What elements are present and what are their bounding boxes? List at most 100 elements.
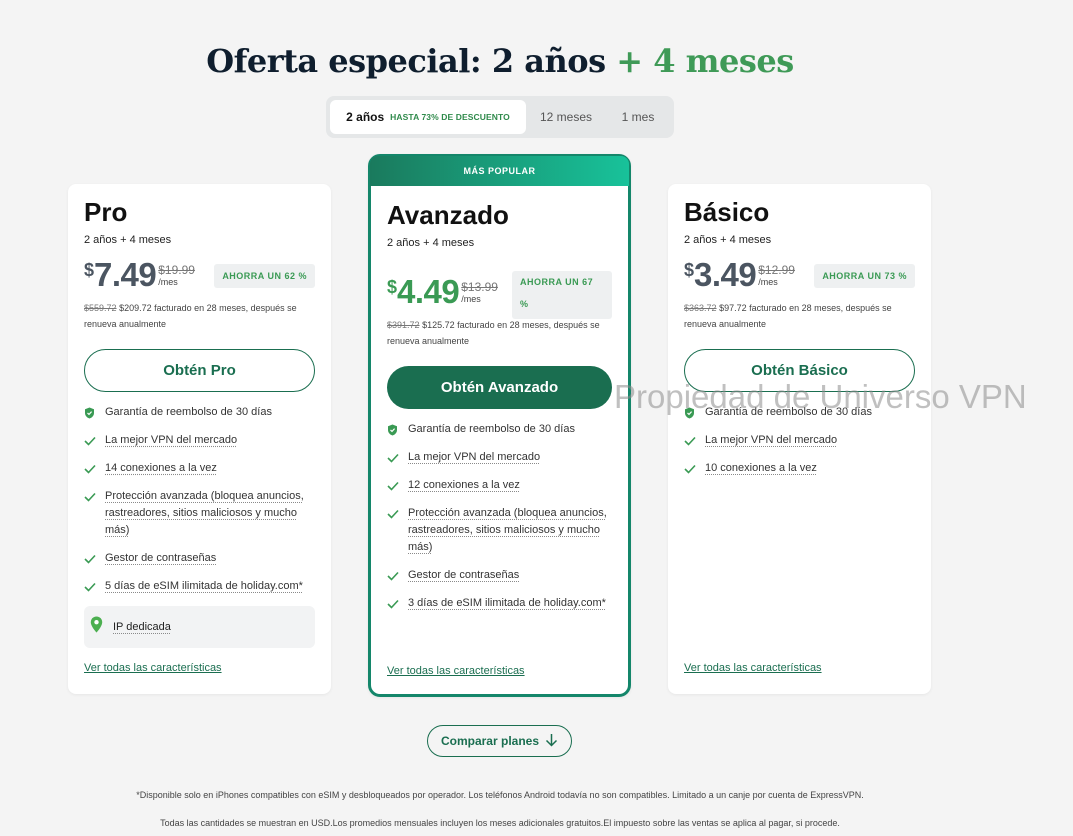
shield-icon (387, 421, 399, 438)
per-month: /mes (461, 294, 481, 304)
get-advanced-button[interactable]: Obtén Avanzado (387, 366, 612, 409)
see-all-features-link[interactable]: Ver todas las características (684, 662, 822, 674)
check-icon (387, 595, 399, 612)
feature-item: 10 conexiones a la vez (684, 460, 915, 477)
dedicated-ip-box: IP dedicada (84, 606, 315, 648)
price-row: $ 4.49 $13.99 /mes AHORRA UN 67 % (387, 271, 612, 319)
get-basic-button[interactable]: Obtén Básico (684, 349, 915, 392)
feature-label[interactable]: 12 conexiones a la vez (408, 477, 520, 494)
feature-item: Garantía de reembolso de 30 días (84, 404, 315, 421)
arrow-down-icon (539, 733, 558, 750)
feature-label[interactable]: 3 días de eSIM ilimitada de holiday.com* (408, 595, 606, 612)
check-icon (84, 550, 96, 567)
billing-info: $559.72 $209.72 facturado en 28 meses, d… (84, 300, 315, 332)
old-price: $19.99 (158, 263, 195, 277)
see-all-features-link[interactable]: Ver todas las características (84, 662, 222, 674)
feature-item: Garantía de reembolso de 30 días (387, 421, 612, 438)
old-price-group: $19.99 /mes (158, 258, 195, 287)
feature-label[interactable]: La mejor VPN del mercado (408, 449, 540, 466)
price-amount: 3.49 (694, 256, 757, 293)
check-icon (684, 460, 696, 477)
compare-plans-label: Comparar planes (440, 734, 540, 748)
see-all-features-link[interactable]: Ver todas las características (387, 665, 525, 677)
most-popular-banner: MÁS POPULAR (370, 156, 629, 186)
price-row: $ 7.49 $19.99 /mes AHORRA UN 62 % (84, 258, 315, 298)
feature-label[interactable]: La mejor VPN del mercado (105, 432, 237, 449)
plan-name: Básico (684, 197, 770, 227)
tab-12-months[interactable]: 12 meses (526, 100, 606, 134)
feature-label[interactable]: Protección avanzada (bloquea anuncios, r… (408, 505, 612, 556)
feature-label[interactable]: 10 conexiones a la vez (705, 460, 817, 477)
footnote-esim: *Disponible solo en iPhones compatibles … (136, 790, 864, 800)
savings-badge: AHORRA UN 62 % (214, 264, 315, 288)
feature-label[interactable]: Gestor de contraseñas (105, 550, 216, 567)
plan-term: 2 años + 4 meses (684, 234, 772, 246)
plan-name: Avanzado (387, 200, 509, 230)
plan-card-pro: Pro 2 años + 4 meses $ 7.49 $19.99 /mes … (68, 184, 331, 694)
feature-label: Garantía de reembolso de 30 días (705, 406, 872, 418)
feature-item: La mejor VPN del mercado (684, 432, 915, 449)
feature-label[interactable]: Gestor de contraseñas (408, 567, 519, 584)
currency-symbol: $ (684, 260, 695, 280)
page-title: Oferta especial: 2 años + 4 meses (0, 42, 1000, 80)
feature-item: Protección avanzada (bloquea anuncios, r… (387, 505, 612, 556)
feature-item: Gestor de contraseñas (387, 567, 612, 584)
per-month: /mes (758, 277, 778, 287)
old-price-group: $12.99 /mes (758, 258, 795, 287)
check-icon (84, 578, 96, 595)
billing-old-total: $559.72 (84, 303, 117, 313)
currency-symbol: $ (84, 260, 95, 280)
billing-info: $391.72 $125.72 facturado en 28 meses, d… (387, 317, 612, 349)
feature-item: Gestor de contraseñas (84, 550, 315, 567)
feature-item: 3 días de eSIM ilimitada de holiday.com* (387, 595, 612, 612)
feature-item: 14 conexiones a la vez (84, 460, 315, 477)
get-pro-button[interactable]: Obtén Pro (84, 349, 315, 392)
feature-label[interactable]: Protección avanzada (bloquea anuncios, r… (105, 488, 315, 539)
check-icon (84, 432, 96, 449)
check-icon (84, 460, 96, 477)
feature-label[interactable]: 14 conexiones a la vez (105, 460, 217, 477)
tab-1-month[interactable]: 1 mes (606, 100, 670, 134)
feature-item: La mejor VPN del mercado (84, 432, 315, 449)
feature-item: 5 días de eSIM ilimitada de holiday.com* (84, 578, 315, 595)
feature-list: Garantía de reembolso de 30 días La mejo… (684, 404, 915, 477)
check-icon (387, 477, 399, 494)
compare-plans-button[interactable]: Comparar planes (427, 725, 572, 757)
feature-item: Garantía de reembolso de 30 días (684, 404, 915, 421)
currency-symbol: $ (387, 277, 398, 297)
footnote-currency: Todas las cantidades se muestran en USD.… (160, 818, 840, 828)
price-amount: 7.49 (94, 256, 157, 293)
check-icon (387, 567, 399, 584)
plan-term: 2 años + 4 meses (387, 237, 475, 249)
check-icon (684, 432, 696, 449)
feature-label: Garantía de reembolso de 30 días (408, 423, 575, 435)
location-pin-icon (90, 616, 103, 638)
check-icon (387, 449, 399, 466)
savings-badge: AHORRA UN 67 % (512, 271, 612, 319)
old-price-group: $13.99 /mes (461, 275, 498, 304)
feature-label: Garantía de reembolso de 30 días (105, 406, 272, 418)
per-month: /mes (158, 277, 178, 287)
price-row: $ 3.49 $12.99 /mes AHORRA UN 73 % (684, 258, 915, 298)
billing-old-total: $391.72 (387, 320, 420, 330)
old-price: $12.99 (758, 263, 795, 277)
discount-badge: HASTA 73% DE DESCUENTO (390, 112, 510, 122)
billing-old-total: $363.72 (684, 303, 717, 313)
feature-list: Garantía de reembolso de 30 días La mejo… (387, 421, 612, 612)
plan-card-basic: Básico 2 años + 4 meses $ 3.49 $12.99 /m… (668, 184, 931, 694)
tab-label: 2 años (346, 110, 385, 124)
check-icon (387, 505, 399, 522)
feature-label[interactable]: La mejor VPN del mercado (705, 432, 837, 449)
plan-name: Pro (84, 197, 128, 227)
check-icon (84, 488, 96, 505)
title-accent: + 4 meses (616, 42, 794, 80)
savings-badge: AHORRA UN 73 % (814, 264, 915, 288)
feature-label[interactable]: 5 días de eSIM ilimitada de holiday.com* (105, 578, 303, 595)
feature-list: Garantía de reembolso de 30 días La mejo… (84, 404, 315, 648)
feature-item: Protección avanzada (bloquea anuncios, r… (84, 488, 315, 539)
tab-2-years[interactable]: 2 años HASTA 73% DE DESCUENTO (330, 100, 526, 134)
dedicated-ip-label[interactable]: IP dedicada (113, 621, 171, 633)
feature-item: La mejor VPN del mercado (387, 449, 612, 466)
title-main: Oferta especial: 2 años (206, 42, 606, 80)
price-amount: 4.49 (397, 273, 460, 310)
